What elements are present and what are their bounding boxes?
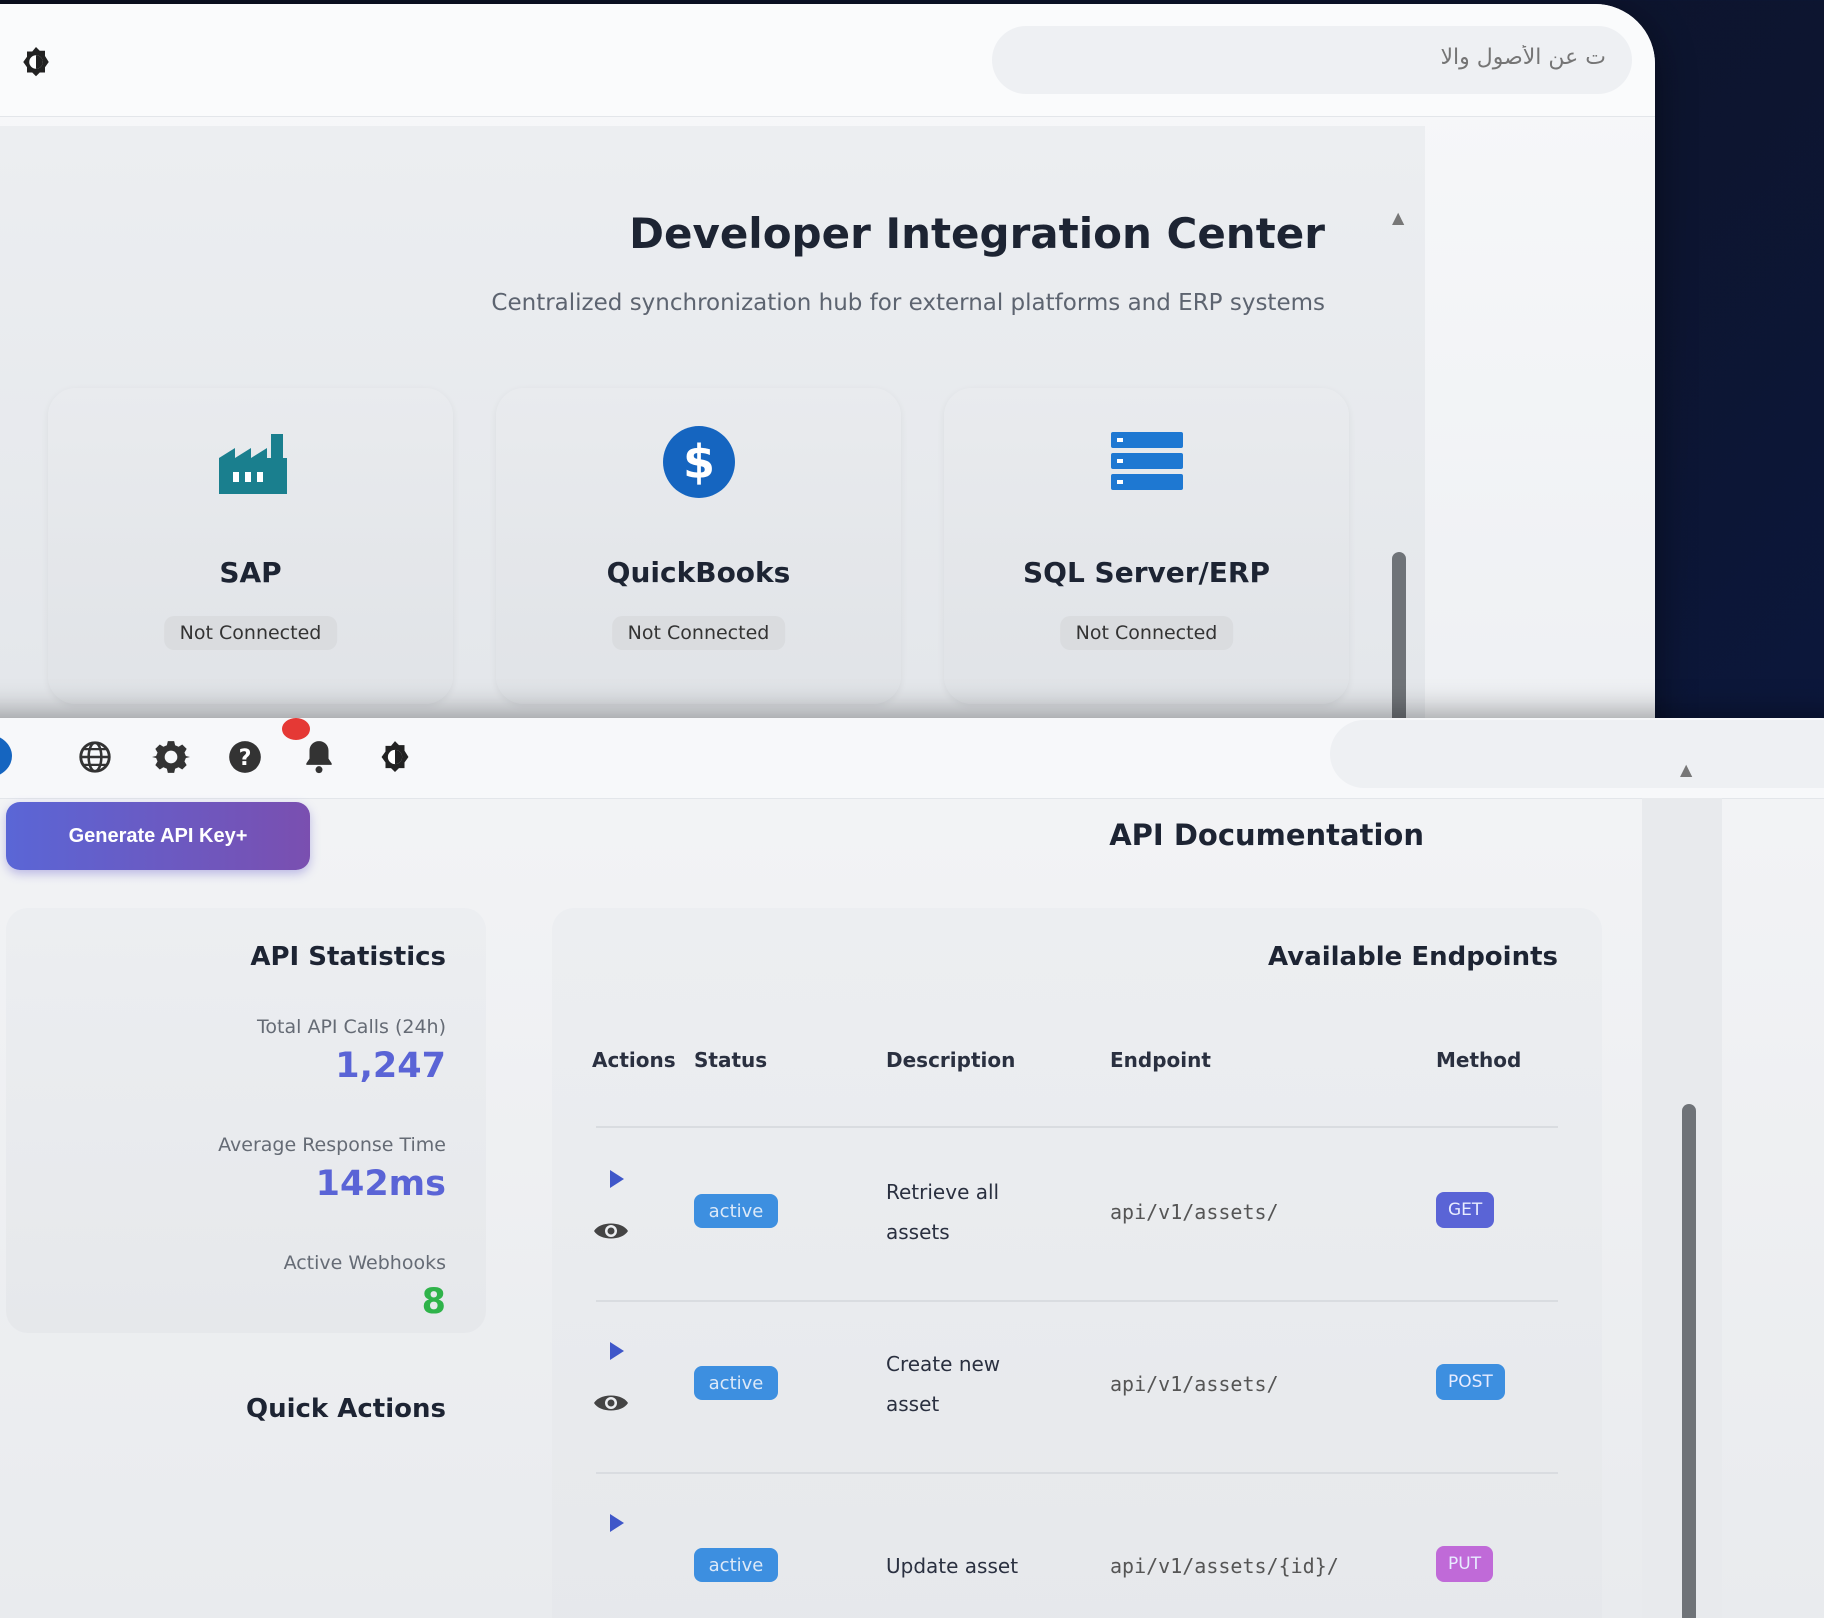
help-icon[interactable]: ? bbox=[226, 738, 264, 776]
gear-icon[interactable] bbox=[152, 738, 190, 776]
server-icon bbox=[1110, 432, 1183, 490]
endpoint-path: api/v1/assets/ bbox=[1110, 1372, 1279, 1396]
notification-badge bbox=[282, 718, 310, 740]
avatar[interactable] bbox=[0, 734, 12, 778]
endpoint-description: Retrieve all assets bbox=[886, 1180, 1000, 1244]
svg-text:?: ? bbox=[239, 745, 252, 771]
page-title: Developer Integration Center bbox=[629, 209, 1325, 258]
endpoints-card: Available Endpoints Actions Status Descr… bbox=[552, 908, 1602, 1618]
play-icon[interactable] bbox=[608, 1340, 626, 1362]
table-row: active Update asset api/v1/assets/{id}/ … bbox=[552, 1474, 1602, 1618]
stat-value-webhooks: 8 bbox=[421, 1282, 446, 1322]
endpoints-title: Available Endpoints bbox=[1268, 942, 1558, 972]
theme-toggle-icon[interactable] bbox=[376, 738, 414, 776]
method-badge: POST bbox=[1436, 1364, 1505, 1400]
column-header-status: Status bbox=[694, 1048, 768, 1072]
global-search[interactable] bbox=[992, 26, 1632, 94]
endpoint-description: Update asset bbox=[886, 1554, 1019, 1578]
integration-card-sql-server[interactable]: SQL Server/ERP Not Connected bbox=[944, 388, 1349, 704]
generate-api-key-button[interactable]: Generate API Key+ bbox=[6, 802, 310, 870]
integration-name: SQL Server/ERP bbox=[1022, 556, 1270, 589]
scroll-up-arrow-icon[interactable]: ▲ bbox=[1392, 208, 1404, 227]
status-badge: active bbox=[694, 1194, 778, 1228]
integration-card-sap[interactable]: SAP Not Connected bbox=[48, 388, 453, 704]
page-subtitle: Centralized synchronization hub for exte… bbox=[491, 290, 1325, 316]
stat-label-total-calls: Total API Calls (24h) bbox=[257, 1016, 446, 1038]
endpoint-path: api/v1/assets/ bbox=[1110, 1200, 1279, 1224]
scroll-up-arrow-icon[interactable]: ▲ bbox=[1680, 760, 1692, 779]
connection-status-badge: Not Connected bbox=[163, 616, 338, 650]
scrollbar-thumb[interactable] bbox=[1682, 1104, 1696, 1618]
scrollbar-thumb[interactable] bbox=[1392, 552, 1406, 744]
method-badge: PUT bbox=[1436, 1546, 1494, 1582]
table-row: active Create new asset api/v1/assets/ P… bbox=[552, 1302, 1602, 1474]
header-divider bbox=[596, 1126, 1558, 1128]
integration-card-quickbooks[interactable]: $ QuickBooks Not Connected bbox=[496, 388, 901, 704]
api-documentation-window: ? Generate API Key+ API Documentation AP… bbox=[0, 718, 1824, 1618]
svg-text:$: $ bbox=[682, 435, 714, 489]
globe-icon[interactable] bbox=[76, 738, 114, 776]
dollar-circle-icon: $ bbox=[662, 426, 735, 498]
stat-label-webhooks: Active Webhooks bbox=[283, 1252, 446, 1274]
endpoint-description: Create new asset bbox=[886, 1352, 1001, 1416]
theme-toggle-icon[interactable] bbox=[18, 44, 54, 80]
column-header-method: Method bbox=[1436, 1048, 1522, 1072]
stat-value-avg-response: 142ms bbox=[315, 1164, 446, 1204]
stat-label-avg-response: Average Response Time bbox=[218, 1134, 446, 1156]
integration-name: SAP bbox=[219, 556, 282, 589]
top-bar bbox=[0, 4, 1655, 117]
factory-icon bbox=[218, 434, 287, 494]
eye-icon[interactable] bbox=[592, 1390, 630, 1416]
search-input[interactable] bbox=[1084, 44, 1608, 71]
play-icon[interactable] bbox=[608, 1168, 626, 1190]
play-icon[interactable] bbox=[608, 1512, 626, 1534]
method-badge: GET bbox=[1436, 1192, 1495, 1228]
bell-icon[interactable] bbox=[300, 738, 338, 776]
stat-value-total-calls: 1,247 bbox=[335, 1046, 446, 1086]
page-title: API Documentation bbox=[1109, 818, 1424, 852]
connection-status-badge: Not Connected bbox=[611, 616, 786, 650]
table-row: active Retrieve all assets api/v1/assets… bbox=[552, 1130, 1602, 1302]
column-header-actions: Actions bbox=[592, 1048, 676, 1072]
connection-status-badge: Not Connected bbox=[1059, 616, 1234, 650]
status-badge: active bbox=[694, 1548, 778, 1582]
global-search[interactable] bbox=[1330, 720, 1824, 788]
endpoint-path: api/v1/assets/{id}/ bbox=[1110, 1554, 1339, 1578]
eye-icon[interactable] bbox=[592, 1218, 630, 1244]
column-header-description: Description bbox=[886, 1048, 1016, 1072]
stats-title: API Statistics bbox=[250, 942, 446, 972]
quick-actions-title: Quick Actions bbox=[245, 1394, 446, 1424]
top-bar: ? bbox=[0, 718, 1824, 799]
integration-center-window: Developer Integration Center Centralized… bbox=[0, 4, 1655, 744]
column-header-endpoint: Endpoint bbox=[1110, 1048, 1211, 1072]
integration-name: QuickBooks bbox=[606, 556, 791, 589]
api-statistics-card: API Statistics Total API Calls (24h) 1,2… bbox=[6, 908, 486, 1333]
status-badge: active bbox=[694, 1366, 778, 1400]
